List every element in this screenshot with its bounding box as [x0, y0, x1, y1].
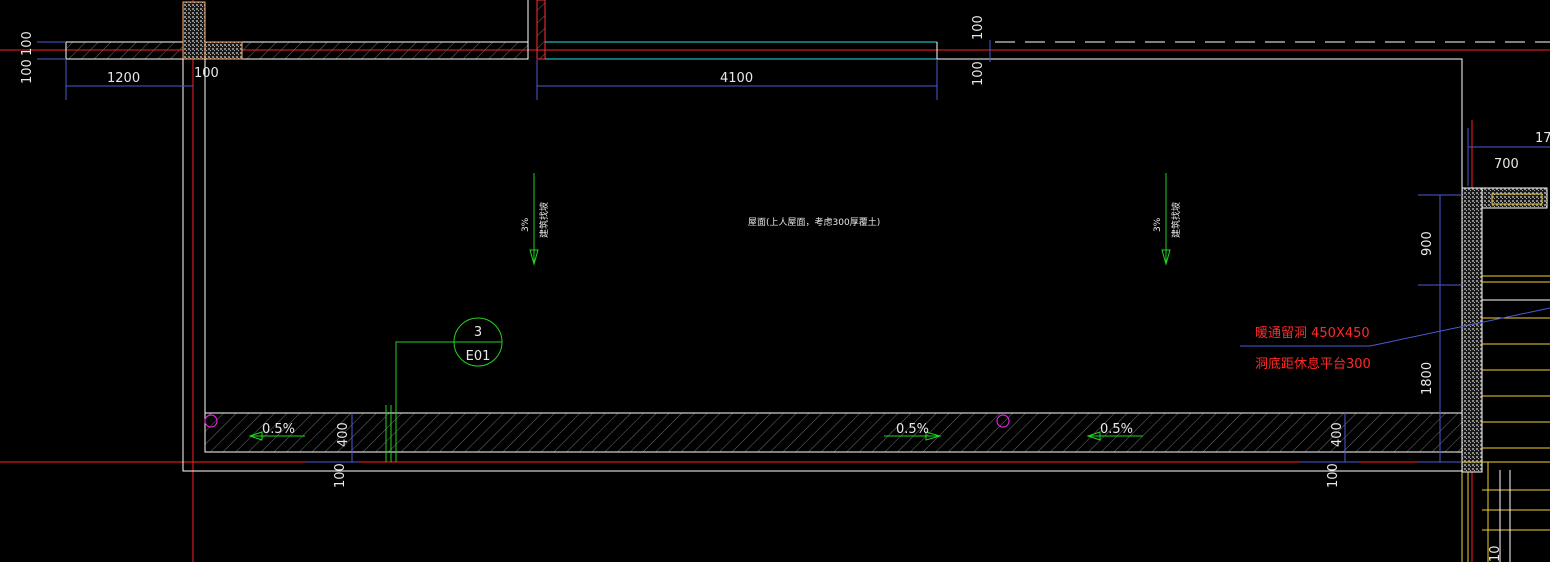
dim-17: 17	[1535, 131, 1550, 146]
hvac-opening-note: 暖通留洞 450X450	[1255, 326, 1370, 341]
dim-4100: 4100	[720, 71, 753, 86]
hvac-opening-height-note: 洞底距休息平台300	[1255, 356, 1371, 372]
dim-1200: 1200	[107, 71, 140, 86]
dimension-lines	[37, 40, 1550, 463]
dim-mid-100b: 100	[971, 61, 986, 86]
section-marker: 3 E01	[453, 317, 503, 367]
dim-left-top-100: 100	[20, 31, 35, 56]
slope-right-pct: 3%	[1153, 217, 1163, 232]
slope-arrows	[248, 173, 1171, 441]
roof-note: 屋面(上人屋面，考虑300厚覆土)	[748, 216, 880, 228]
dim-400-left: 400	[336, 422, 351, 447]
section-number: 3	[474, 325, 482, 340]
top-wall	[65, 0, 546, 60]
dim-tiny-right: 10	[1488, 545, 1503, 562]
dim-corner-100: 100	[194, 66, 219, 81]
gutter-slope-1: 0.5%	[262, 422, 295, 437]
dim-900: 900	[1420, 231, 1435, 256]
section-sheet: E01	[466, 349, 491, 364]
slope-right-text: 建筑找坡	[1170, 202, 1182, 238]
slope-left-text: 建筑找坡	[538, 202, 550, 238]
right-wall	[1461, 187, 1548, 473]
roof-outline	[182, 58, 1463, 472]
dim-bottom-100-left: 100	[333, 463, 348, 488]
dim-bottom-100-right: 100	[1326, 463, 1341, 488]
slope-left-pct: 3%	[521, 217, 531, 232]
gutter-slope-2: 0.5%	[896, 422, 929, 437]
dim-left-bottom-100: 100	[20, 59, 35, 84]
gutter-slope-3: 0.5%	[1100, 422, 1133, 437]
gutter-band	[204, 412, 1463, 453]
cad-drawing-canvas: 3 E01 100 100 1200 100 4100 100 100 17 7…	[0, 0, 1550, 562]
dim-700: 700	[1494, 157, 1519, 172]
dim-1800: 1800	[1420, 362, 1435, 395]
dim-mid-100a: 100	[971, 15, 986, 40]
dim-400-right: 400	[1330, 422, 1345, 447]
axis-lines	[0, 0, 1550, 562]
stair-white-lines	[1482, 299, 1550, 562]
